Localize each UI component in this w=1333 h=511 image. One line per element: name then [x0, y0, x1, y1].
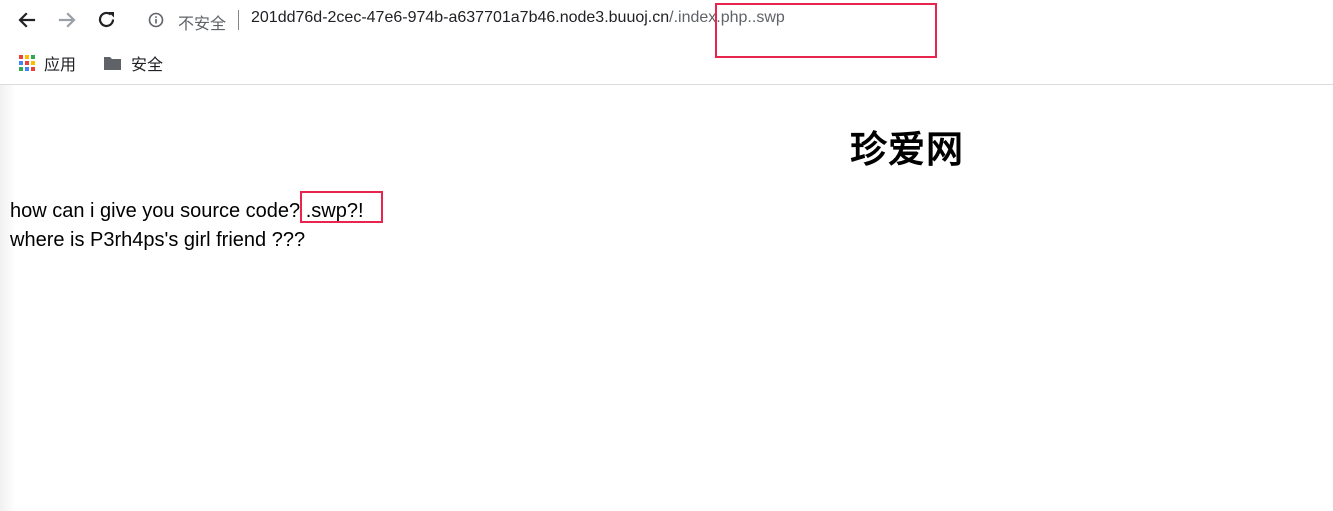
apps-grid-dot	[31, 61, 35, 65]
folder-icon	[104, 57, 121, 70]
body-line-girlfriend: where is P3rh4ps's girl friend ???	[10, 229, 306, 251]
arrow-left-icon	[18, 12, 36, 28]
bookmarks-bar: 应用 安全	[0, 42, 1333, 85]
arrow-right-icon	[58, 12, 76, 28]
apps-grid-dot	[31, 55, 35, 59]
url-host: 201dd76d-2cec-47e6-974b-a637701a7b46.nod…	[251, 9, 670, 26]
reload-icon	[98, 11, 115, 28]
address-separator	[238, 10, 239, 30]
annotation-box-swp	[300, 191, 383, 223]
reload-button[interactable]	[95, 8, 119, 32]
apps-grid-dot	[25, 55, 29, 59]
page-title: 珍爱网	[850, 128, 964, 171]
bookmark-apps[interactable]: 应用	[19, 51, 76, 75]
url-text[interactable]: 201dd76d-2cec-47e6-974b-a637701a7b46.nod…	[251, 9, 785, 27]
apps-grid-dot	[19, 67, 23, 71]
apps-grid-dot	[19, 61, 23, 65]
info-circle-icon[interactable]	[148, 12, 164, 28]
apps-grid-dot	[19, 55, 23, 59]
annotation-box-url	[715, 3, 937, 58]
bookmark-folder-security[interactable]: 安全	[103, 51, 163, 75]
apps-grid-icon	[19, 55, 35, 71]
bookmark-apps-label: 应用	[44, 57, 77, 74]
not-secure-label[interactable]: 不安全	[178, 10, 226, 34]
page-edge-shadow	[0, 85, 16, 511]
back-button[interactable]	[15, 8, 39, 32]
browser-toolbar: 不安全 201dd76d-2cec-47e6-974b-a637701a7b46…	[0, 0, 1333, 42]
apps-grid-dot	[25, 67, 29, 71]
page-viewport: 珍爱网 how can i give you source code? .swp…	[0, 85, 1333, 511]
bookmark-folder-label: 安全	[131, 57, 164, 74]
forward-button[interactable]	[55, 8, 79, 32]
apps-grid-dot	[31, 67, 35, 71]
apps-grid-dot	[25, 61, 29, 65]
